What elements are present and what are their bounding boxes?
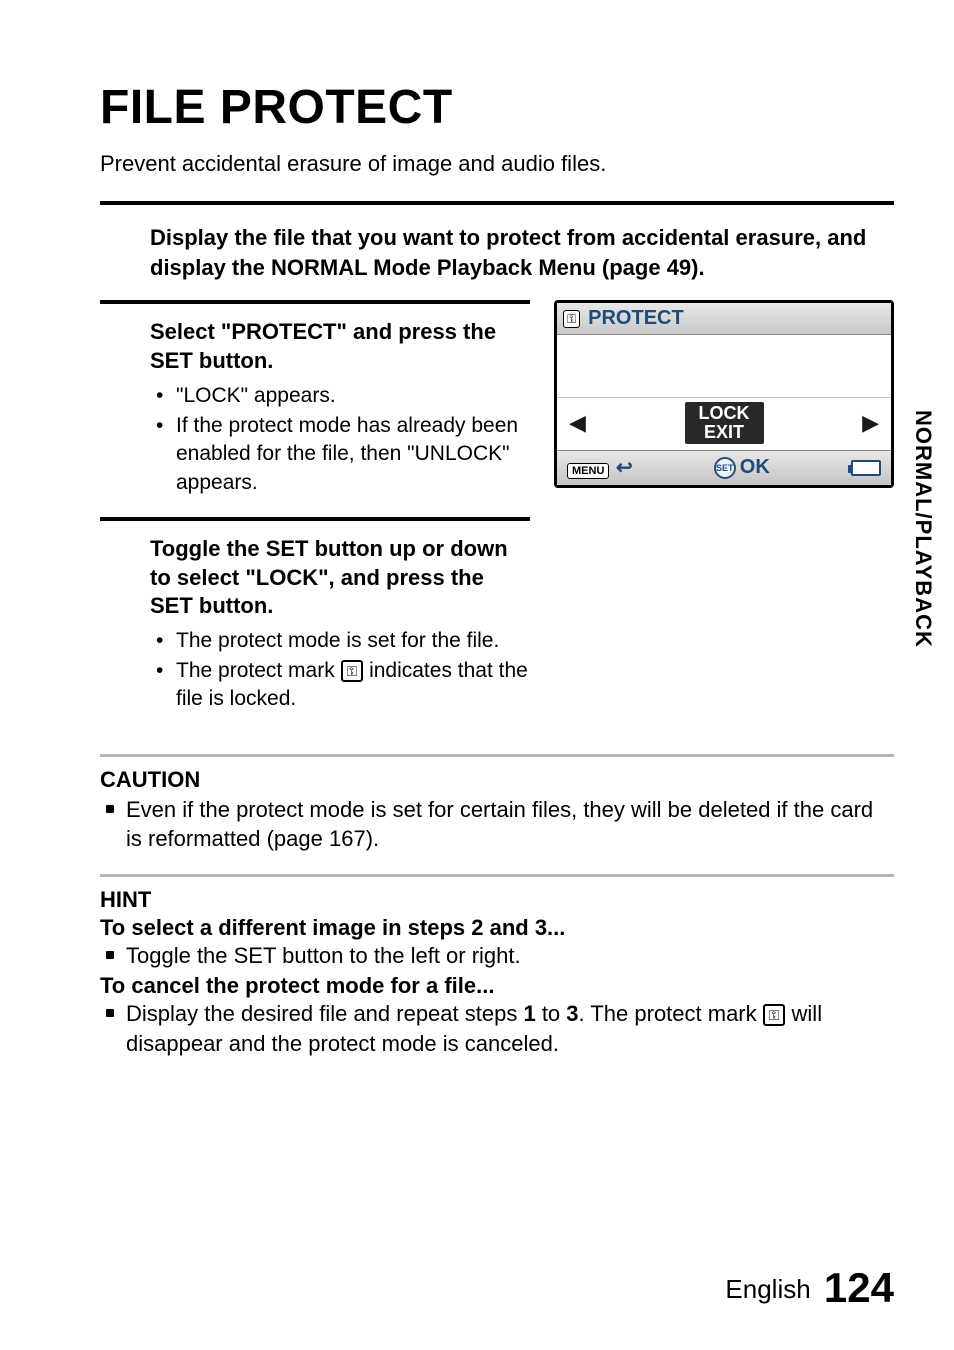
set-icon: SET [714, 457, 736, 479]
step-3-bullet-1: The protect mode is set for the file. [150, 627, 530, 655]
protect-mark-icon: ⚿ [341, 660, 364, 682]
osd-title: PROTECT [588, 307, 684, 330]
hint-sub-1-bullet: Toggle the SET button to the left or rig… [100, 941, 894, 971]
protect-mark-icon: ⚿ [763, 1004, 786, 1026]
hint-sub-1: To select a different image in steps 2 a… [100, 915, 894, 941]
battery-icon [851, 460, 881, 476]
page-number: 124 [824, 1264, 894, 1311]
page-title: FILE PROTECT [100, 80, 894, 135]
osd-lock-exit: LOCKEXIT [685, 402, 764, 444]
camera-osd-figure: ⚿ PROTECT ◀ LOCKEXIT ▶ MENU ↩ SET OK [554, 300, 894, 488]
return-icon: ↩ [616, 457, 633, 479]
intro-text: Prevent accidental erasure of image and … [100, 151, 894, 177]
divider [100, 201, 894, 205]
divider [100, 874, 894, 877]
step-1-text: Display the file that you want to protec… [150, 223, 894, 282]
caution-bullet-1: Even if the protect mode is set for cert… [100, 795, 894, 854]
step-3-head: Toggle the SET button up or down to sele… [150, 535, 530, 621]
side-tab: NORMAL/PLAYBACK [910, 410, 936, 648]
divider [100, 754, 894, 757]
menu-icon: MENU [567, 463, 609, 479]
hint-sub-2: To cancel the protect mode for a file... [100, 973, 894, 999]
divider [100, 517, 530, 521]
hint-sub-2-bullet: Display the desired file and repeat step… [100, 999, 894, 1058]
key-icon: ⚿ [563, 310, 580, 328]
footer-language: English [725, 1274, 810, 1304]
divider [100, 300, 530, 304]
step-2-bullet-2: If the protect mode has already been ena… [150, 412, 530, 497]
hint-heading: HINT [100, 887, 894, 913]
left-arrow-icon: ◀ [569, 410, 586, 436]
step-2-bullet-1: "LOCK" appears. [150, 382, 530, 410]
page-footer: English 124 [725, 1264, 894, 1312]
right-arrow-icon: ▶ [862, 410, 879, 436]
step-3-bullet-2: The protect mark ⚿ indicates that the fi… [150, 657, 530, 714]
osd-ok: OK [740, 456, 770, 479]
caution-heading: CAUTION [100, 767, 894, 793]
step-2-head: Select "PROTECT" and press the SET butto… [150, 318, 530, 375]
